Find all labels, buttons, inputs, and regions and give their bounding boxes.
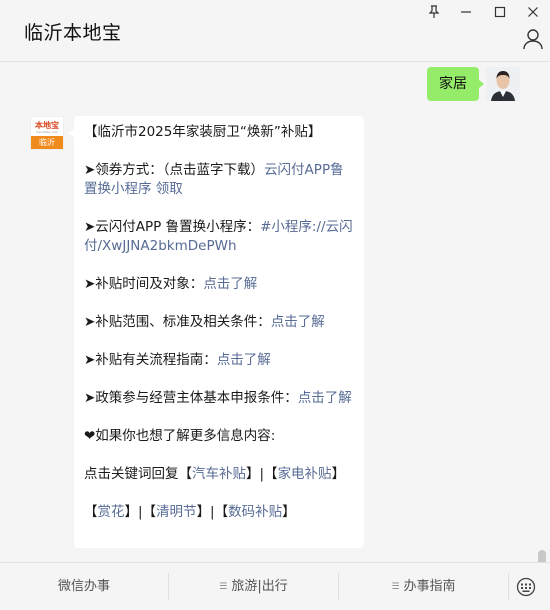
- avatar-city: 临沂: [31, 136, 63, 149]
- submenu-icon: ☰: [391, 582, 400, 592]
- menu-divider: [508, 573, 509, 600]
- item-label: ➤云闪付APP 鲁置换小程序：: [84, 219, 261, 235]
- chat-title: 临沂本地宝: [24, 22, 122, 44]
- avatar-brand: 本地宝: [35, 121, 59, 130]
- menu-tab-travel[interactable]: ☰ 旅游|出行: [169, 563, 338, 610]
- close-icon[interactable]: [522, 3, 544, 21]
- official-account-avatar[interactable]: 本地宝 bendibao.com 临沂: [30, 116, 64, 150]
- article-message: 【临沂市2025年家装厨卫“焕新”补贴】 ➤领券方式：（点击蓝字下载）云闪付AP…: [69, 116, 364, 548]
- menu-tab-label: 办事指南: [403, 579, 456, 594]
- menu-tab-label: 微信办事: [57, 579, 110, 594]
- maximize-icon[interactable]: [489, 3, 511, 21]
- learn-more-link[interactable]: 点击了解: [271, 314, 325, 330]
- item-label: ➤补贴有关流程指南：: [84, 352, 217, 368]
- keyword-link[interactable]: 赏花: [98, 504, 125, 520]
- keyword-intro: 点击关键词回复: [84, 466, 179, 482]
- minimize-icon[interactable]: [455, 3, 477, 21]
- keyword-link[interactable]: 家电补贴: [278, 466, 332, 482]
- item-process: ➤补贴有关流程指南：点击了解: [84, 351, 354, 370]
- chat-area: 家居 本地宝 bendibao.com 临沂 【临沂市2025年家装厨卫“焕新”…: [0, 62, 550, 562]
- person-icon[interactable]: [521, 27, 545, 51]
- item-conditions: ➤政策参与经营主体基本申报条件：点击了解: [84, 389, 354, 408]
- menu-tab-wechat-service[interactable]: 微信办事: [0, 563, 168, 610]
- item-label: ➤领券方式：（点击蓝字下载）: [84, 162, 265, 178]
- chat-scrollbar[interactable]: [538, 550, 546, 562]
- pin-icon[interactable]: [423, 3, 445, 21]
- menu-tab-label: 旅游|出行: [231, 579, 288, 594]
- item-time-target: ➤补贴时间及对象：点击了解: [84, 275, 354, 294]
- keyword-row-1: 点击关键词回复【汽车补贴】|【家电补贴】: [84, 466, 346, 482]
- article-title: 【临沂市2025年家装厨卫“焕新”补贴】: [84, 124, 322, 140]
- learn-more-link[interactable]: 点击了解: [203, 276, 257, 292]
- submenu-icon: ☰: [219, 582, 228, 592]
- keyword-link[interactable]: 汽车补贴: [192, 466, 246, 482]
- bottom-menu: 微信办事 ☰ 旅游|出行 ☰ 办事指南: [0, 562, 550, 610]
- keyboard-icon[interactable]: [516, 577, 536, 597]
- item-label: ➤补贴时间及对象：: [84, 276, 204, 292]
- item-miniprogram: ➤云闪付APP 鲁置换小程序：#小程序://云闪付/XwJJNA2bkmDePW…: [84, 218, 354, 256]
- more-info-text: ❤如果你也想了解更多信息内容:: [84, 428, 276, 444]
- user-avatar[interactable]: [486, 67, 520, 101]
- title-bar: 临沂本地宝: [0, 0, 550, 62]
- item-label: ➤政策参与经营主体基本申报条件：: [84, 390, 298, 406]
- keyword-link[interactable]: 清明节: [156, 504, 197, 520]
- item-coupon: ➤领券方式：（点击蓝字下载）云闪付APP鲁置换小程序 领取: [84, 161, 354, 199]
- avatar-subtitle: bendibao.com: [36, 130, 58, 134]
- keyword-row-2: 【赏花】|【清明节】|【数码补贴】: [84, 504, 296, 520]
- learn-more-link[interactable]: 点击了解: [217, 352, 271, 368]
- item-scope: ➤补贴范围、标准及相关条件：点击了解: [84, 313, 354, 332]
- user-message-bubble: 家居: [427, 67, 484, 101]
- learn-more-link[interactable]: 点击了解: [298, 390, 352, 406]
- keyword-link[interactable]: 数码补贴: [228, 504, 282, 520]
- menu-tab-guide[interactable]: ☰ 办事指南: [339, 563, 508, 610]
- item-label: ➤补贴范围、标准及相关条件：: [84, 314, 271, 330]
